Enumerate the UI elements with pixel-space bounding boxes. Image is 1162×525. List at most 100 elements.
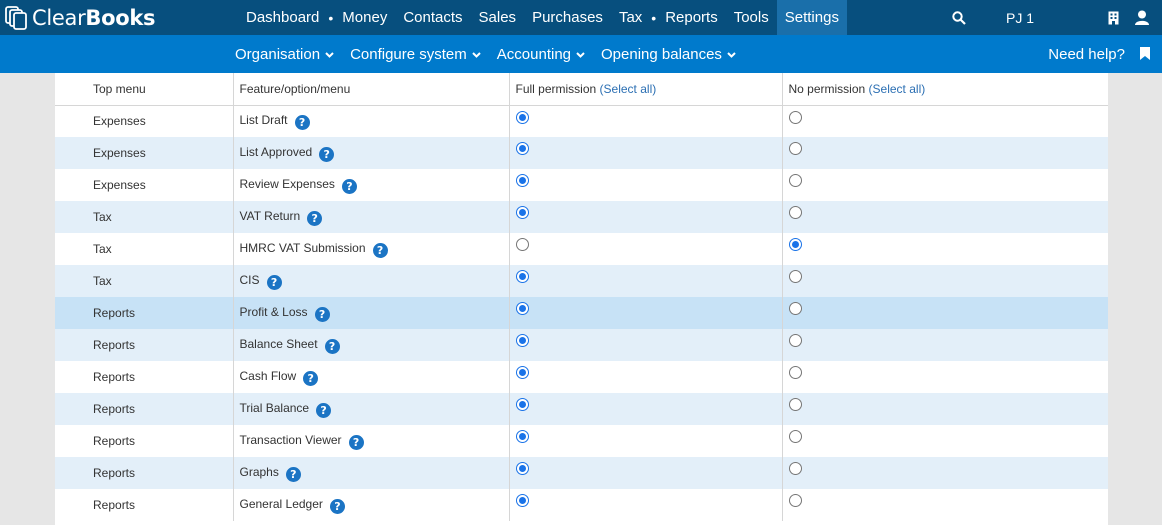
- user-icon[interactable]: [1132, 7, 1152, 29]
- nav-dashboard[interactable]: Dashboard: [238, 0, 327, 35]
- nav-purchases[interactable]: Purchases: [524, 0, 611, 35]
- chevron-down-icon: [325, 51, 334, 58]
- help-question-icon[interactable]: ?: [341, 178, 357, 194]
- nav-reports[interactable]: Reports: [657, 0, 726, 35]
- subnav-configure-system[interactable]: Configure system: [342, 46, 489, 63]
- current-user-label[interactable]: PJ 1: [1006, 10, 1034, 26]
- feature-label: General Ledger: [239, 496, 323, 511]
- feature-cell: Cash Flow?: [232, 361, 509, 393]
- table-row: Reports Graphs?: [55, 457, 1108, 489]
- full-permission-radio[interactable]: [515, 398, 529, 411]
- no-permission-radio[interactable]: [788, 334, 802, 347]
- top-menu-cell: Tax: [93, 242, 112, 256]
- no-permission-cell: [781, 489, 1108, 521]
- no-permission-radio[interactable]: [788, 302, 802, 315]
- feature-label: List Approved: [239, 144, 313, 159]
- no-permission-radio[interactable]: [788, 206, 802, 219]
- feature-label: VAT Return: [239, 208, 301, 223]
- building-icon[interactable]: [1104, 7, 1122, 29]
- top-menu-cell: Expenses: [93, 178, 146, 192]
- full-permission-radio[interactable]: [515, 334, 529, 347]
- help-question-icon[interactable]: ?: [285, 466, 301, 482]
- no-permission-radio[interactable]: [788, 270, 802, 283]
- full-permission-cell: [508, 425, 782, 457]
- full-permission-radio[interactable]: [515, 270, 529, 283]
- subnav-opening-balances[interactable]: Opening balances: [593, 46, 744, 63]
- full-permission-label: Full permission: [515, 81, 597, 96]
- permissions-panel: Top menu Feature/option/menu Full permis…: [55, 73, 1108, 525]
- clearbooks-logo[interactable]: ClearBooks: [4, 4, 156, 32]
- help-question-icon[interactable]: ?: [372, 242, 388, 258]
- help-question-icon[interactable]: ?: [266, 274, 282, 290]
- feature-cell: VAT Return?: [232, 201, 509, 233]
- table-row: Tax VAT Return?: [55, 201, 1108, 233]
- nav-money[interactable]: Money: [334, 0, 395, 35]
- feature-cell: Trial Balance?: [232, 393, 509, 425]
- feature-label: Review Expenses: [239, 176, 335, 191]
- need-help-link[interactable]: Need help?: [1048, 35, 1125, 73]
- full-permission-radio[interactable]: [515, 302, 529, 315]
- no-permission-radio[interactable]: [788, 142, 802, 155]
- no-permission-radio[interactable]: [788, 430, 802, 443]
- full-permission-radio[interactable]: [515, 430, 529, 443]
- full-permission-radio[interactable]: [515, 206, 529, 219]
- top-menu-cell: Reports: [55, 457, 233, 489]
- feature-cell: Transaction Viewer?: [232, 425, 509, 457]
- no-permission-radio[interactable]: [788, 366, 802, 379]
- permissions-table: Top menu Feature/option/menu Full permis…: [55, 73, 1108, 521]
- full-permission-cell: [508, 201, 782, 233]
- subnav-organisation[interactable]: Organisation: [227, 46, 342, 63]
- settings-sub-nav: Organisation Configure system Accounting Op…: [227, 35, 744, 73]
- no-permission-radio[interactable]: [788, 494, 802, 507]
- help-question-icon[interactable]: ?: [314, 306, 330, 322]
- no-permission-radio[interactable]: [788, 398, 802, 411]
- nav-contacts[interactable]: Contacts: [395, 0, 470, 35]
- top-menu-cell: Reports: [55, 393, 233, 425]
- nav-tools[interactable]: Tools: [726, 0, 777, 35]
- table-row: Reports Transaction Viewer?: [55, 425, 1108, 457]
- brand-name: ClearBooks: [32, 6, 156, 30]
- full-permission-radio[interactable]: [515, 366, 529, 379]
- full-permission-radio[interactable]: [515, 494, 529, 507]
- search-icon[interactable]: [948, 7, 970, 29]
- full-permission-radio[interactable]: [515, 238, 529, 251]
- no-permission-cell: [781, 169, 1108, 201]
- help-question-icon[interactable]: ?: [307, 210, 323, 226]
- table-row: Expenses List Approved?: [55, 137, 1108, 169]
- feature-label: Cash Flow: [239, 368, 297, 383]
- feature-cell: Review Expenses?: [232, 169, 509, 201]
- help-question-icon[interactable]: ?: [329, 498, 345, 514]
- help-question-icon[interactable]: ?: [348, 434, 364, 450]
- help-question-icon[interactable]: ?: [324, 338, 340, 354]
- subnav-label: Opening balances: [601, 45, 722, 63]
- top-bar: ClearBooks Dashboard • Money Contacts Sales P…: [0, 0, 1162, 35]
- full-permission-radio[interactable]: [515, 110, 529, 124]
- select-all-full-link[interactable]: (Select all): [600, 82, 657, 96]
- no-permission-cell: [781, 329, 1108, 361]
- help-question-icon[interactable]: ?: [319, 146, 335, 162]
- nav-settings[interactable]: Settings: [776, 0, 847, 35]
- help-question-icon[interactable]: ?: [294, 114, 310, 130]
- feature-label: HMRC VAT Submission: [239, 240, 366, 255]
- chevron-down-icon: [727, 51, 736, 58]
- select-all-none-link[interactable]: (Select all): [869, 82, 926, 96]
- bookmark-icon[interactable]: [1140, 47, 1150, 60]
- full-permission-radio[interactable]: [515, 462, 529, 475]
- nav-tax[interactable]: Tax: [611, 0, 650, 35]
- full-permission-radio[interactable]: [515, 174, 529, 187]
- no-permission-radio[interactable]: [788, 110, 802, 124]
- nav-sales[interactable]: Sales: [471, 0, 525, 35]
- col-header-feature: Feature/option/menu: [232, 73, 509, 106]
- help-question-icon[interactable]: ?: [303, 370, 319, 386]
- full-permission-radio[interactable]: [515, 142, 529, 155]
- no-permission-radio[interactable]: [788, 174, 802, 187]
- table-row: Tax HMRC VAT Submission?: [55, 233, 1108, 265]
- no-permission-radio[interactable]: [788, 462, 802, 475]
- help-question-icon[interactable]: ?: [316, 402, 332, 418]
- top-menu-cell: Reports: [93, 434, 136, 448]
- col-header-top-menu: Top menu: [55, 73, 233, 106]
- feature-label: Profit & Loss: [239, 304, 308, 319]
- full-permission-cell: [508, 265, 782, 297]
- subnav-accounting[interactable]: Accounting: [489, 46, 593, 63]
- no-permission-radio[interactable]: [788, 238, 802, 251]
